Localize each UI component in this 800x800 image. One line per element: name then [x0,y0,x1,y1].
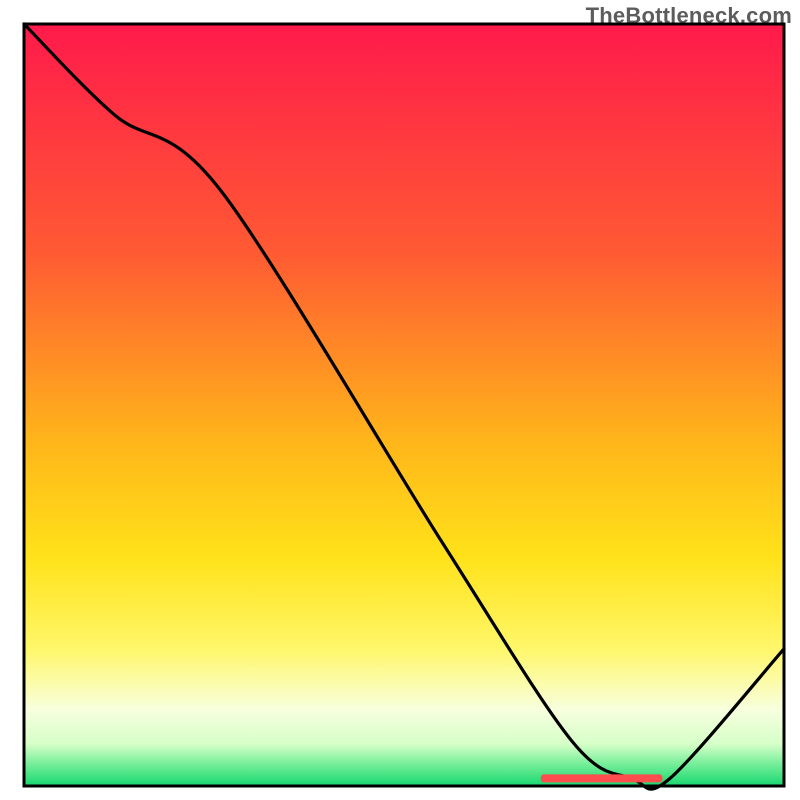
chart-svg [0,0,800,800]
chart-canvas: TheBottleneck.com [0,0,800,800]
optimum-marker [541,774,663,782]
plot-background [24,24,784,786]
